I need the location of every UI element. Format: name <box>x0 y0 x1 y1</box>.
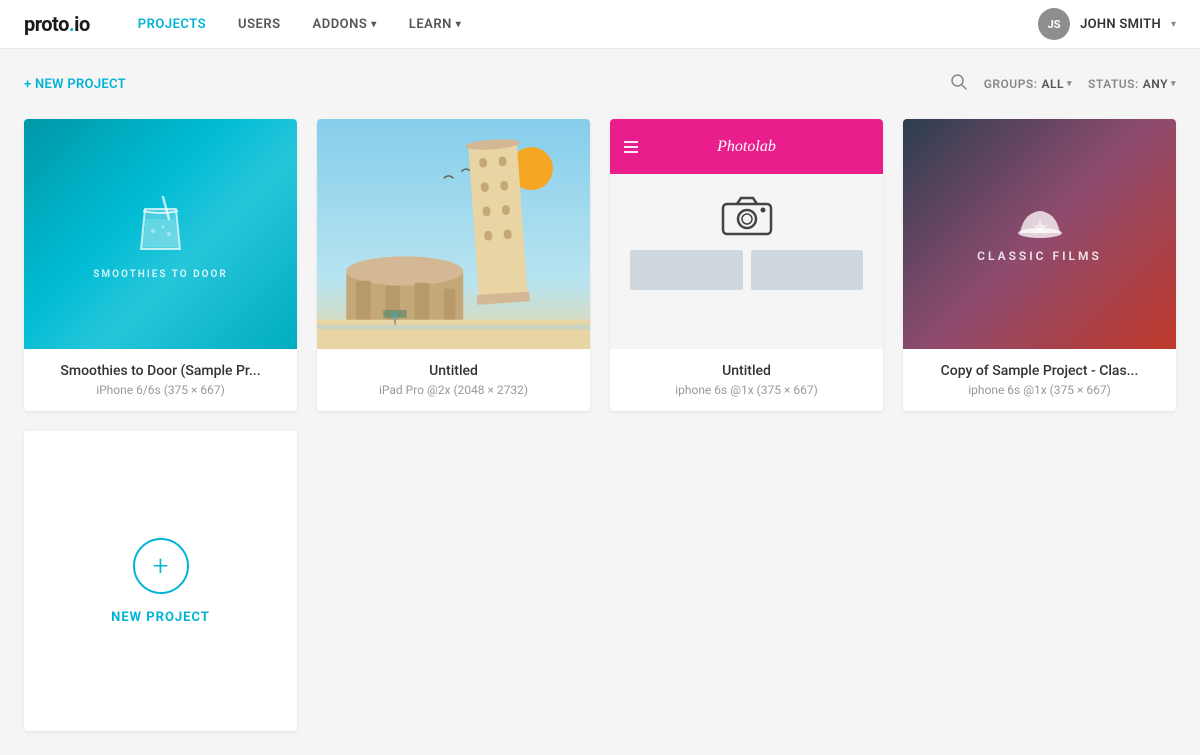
new-project-card[interactable]: + NEW PROJECT <box>24 431 297 731</box>
nav-addons[interactable]: ADDONS ▾ <box>297 0 393 49</box>
new-project-link[interactable]: + NEW PROJECT <box>24 77 126 92</box>
toolbar-right: GROUPS: All ▾ STATUS: Any ▾ <box>950 73 1176 95</box>
card-title: Untitled <box>626 363 867 379</box>
user-name: JOHN SMITH <box>1080 17 1161 32</box>
project-grid: SMOOTHIES TO DOOR Smoothies to Door (Sam… <box>24 119 1176 731</box>
card-subtitle: iPhone 6/6s (375 × 667) <box>40 383 281 397</box>
groups-chevron-icon: ▾ <box>1067 79 1072 89</box>
groups-value[interactable]: All ▾ <box>1041 77 1072 91</box>
learn-chevron-icon: ▾ <box>456 19 462 30</box>
user-menu[interactable]: JS JOHN SMITH ▾ <box>1038 8 1176 40</box>
status-filter: STATUS: Any ▾ <box>1088 77 1176 91</box>
project-card-classic[interactable]: CLASSIC FILMS Copy of Sample Project - C… <box>903 119 1176 411</box>
card-info-photolab: Untitled iphone 6s @1x (375 × 667) <box>610 349 883 411</box>
card-subtitle: iphone 6s @1x (375 × 667) <box>626 383 867 397</box>
status-chevron-icon: ▾ <box>1171 79 1176 89</box>
card-subtitle: iPad Pro @2x (2048 × 2732) <box>333 383 574 397</box>
search-icon[interactable] <box>950 73 968 95</box>
project-thumbnail-italy: Italy ~ ~ <box>317 119 590 349</box>
user-chevron-icon: ▾ <box>1171 19 1176 30</box>
project-thumbnail-photolab: Photolab <box>610 119 883 349</box>
placeholder-box-2 <box>751 250 864 290</box>
nav-users[interactable]: USERS <box>222 0 297 49</box>
placeholder-box-1 <box>630 250 743 290</box>
logo[interactable]: proto.io <box>24 12 90 36</box>
card-subtitle: iphone 6s @1x (375 × 667) <box>919 383 1160 397</box>
placeholder-row <box>630 250 863 290</box>
photolab-title-text: Photolab <box>717 138 776 156</box>
main-content: + NEW PROJECT GROUPS: All ▾ STATUS: Any <box>0 49 1200 755</box>
nav-projects[interactable]: PROJECTS <box>122 0 222 49</box>
avatar: JS <box>1038 8 1070 40</box>
project-thumbnail-smoothies: SMOOTHIES TO DOOR <box>24 119 297 349</box>
status-label: STATUS: <box>1088 77 1139 91</box>
card-title: Smoothies to Door (Sample Pr... <box>40 363 281 379</box>
nav-links: PROJECTS USERS ADDONS ▾ LEARN ▾ <box>122 0 1038 49</box>
classic-hat-icon <box>1015 205 1065 241</box>
card-info-italy: Untitled iPad Pro @2x (2048 × 2732) <box>317 349 590 411</box>
smoothie-text: SMOOTHIES TO DOOR <box>93 269 228 280</box>
plus-circle-icon: + <box>133 538 189 594</box>
camera-icon <box>721 194 773 238</box>
project-thumbnail-classic: CLASSIC FILMS <box>903 119 1176 349</box>
status-value[interactable]: Any ▾ <box>1143 77 1176 91</box>
card-title: Untitled <box>333 363 574 379</box>
navbar: proto.io PROJECTS USERS ADDONS ▾ LEARN ▾… <box>0 0 1200 49</box>
card-title: Copy of Sample Project - Clas... <box>919 363 1160 379</box>
project-card-smoothies[interactable]: SMOOTHIES TO DOOR Smoothies to Door (Sam… <box>24 119 297 411</box>
card-info-smoothies: Smoothies to Door (Sample Pr... iPhone 6… <box>24 349 297 411</box>
card-info-classic: Copy of Sample Project - Clas... iphone … <box>903 349 1176 411</box>
nav-learn[interactable]: LEARN ▾ <box>393 0 478 49</box>
project-card-photolab[interactable]: Photolab <box>610 119 883 411</box>
new-project-card-label: NEW PROJECT <box>111 610 210 625</box>
groups-label: GROUPS: <box>984 77 1038 91</box>
addons-chevron-icon: ▾ <box>371 19 377 30</box>
hamburger-icon <box>624 141 638 153</box>
groups-filter: GROUPS: All ▾ <box>984 77 1072 91</box>
toolbar: + NEW PROJECT GROUPS: All ▾ STATUS: Any <box>24 73 1176 95</box>
project-card-italy[interactable]: Italy ~ ~ <box>317 119 590 411</box>
classic-title-text: CLASSIC FILMS <box>977 249 1102 263</box>
photolab-body <box>610 174 883 349</box>
photolab-header: Photolab <box>610 119 883 174</box>
logo-text: proto.io <box>24 12 90 36</box>
